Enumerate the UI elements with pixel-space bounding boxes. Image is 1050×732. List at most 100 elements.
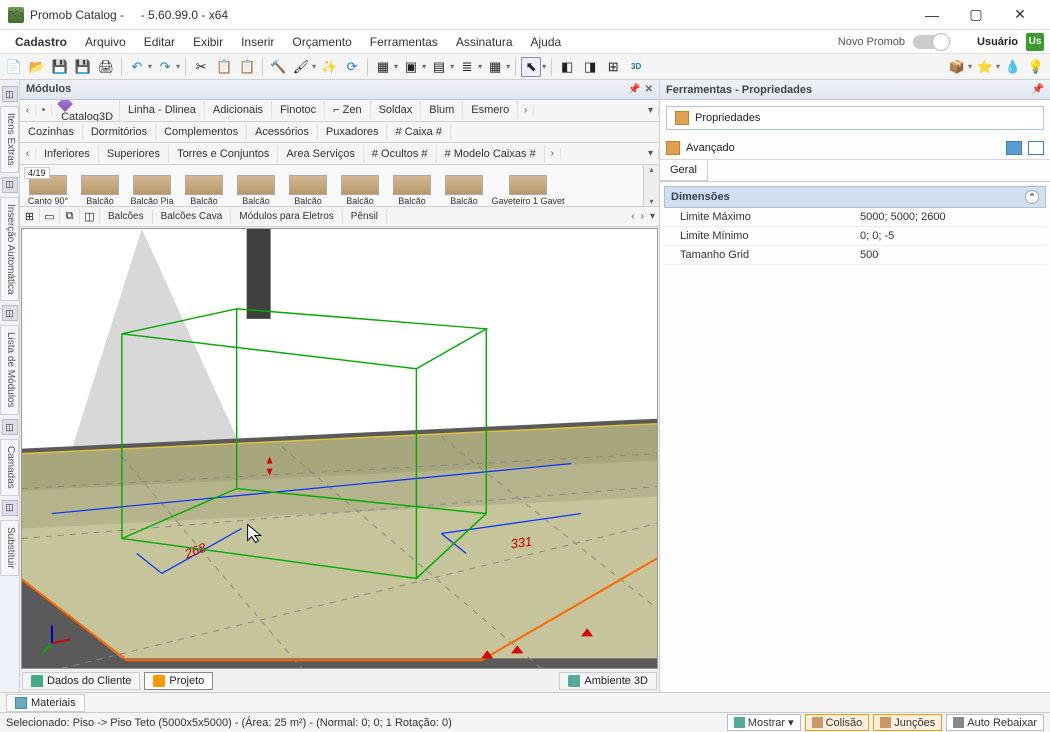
module-item[interactable]: Balcão xyxy=(74,175,126,206)
menu-exibir[interactable]: Exibir xyxy=(184,32,232,52)
tab-ambiente3d[interactable]: Ambiente 3D xyxy=(559,672,657,690)
prop-value[interactable]: 500 xyxy=(860,249,1040,261)
menu-arquivo[interactable]: Arquivo xyxy=(76,32,135,52)
prop-value[interactable]: 0; 0; -5 xyxy=(860,230,1040,242)
brush-icon[interactable]: 🖌 xyxy=(291,57,311,77)
module-item[interactable]: Balcão xyxy=(438,175,490,206)
wall-icon[interactable]: ▣ xyxy=(401,57,421,77)
minimize-button[interactable]: — xyxy=(910,1,954,29)
tool4-icon[interactable]: 3D xyxy=(626,57,646,77)
tab-materiais[interactable]: Materiais xyxy=(6,694,85,712)
subtab-icon1[interactable]: ⊞ xyxy=(20,208,40,224)
reload-icon[interactable]: ⟳ xyxy=(342,57,362,77)
tab-inferiores[interactable]: Inferiores xyxy=(36,145,99,163)
status-juncoes[interactable]: Junções xyxy=(873,714,942,731)
copy-icon[interactable]: 📋 xyxy=(214,57,234,77)
tab-esmero[interactable]: Esmero xyxy=(463,101,518,119)
lefttab-camadas[interactable]: Camadas xyxy=(0,439,19,496)
props-button[interactable]: Propriedades xyxy=(666,106,1044,130)
lefttab-insercao[interactable]: Inserção Automática xyxy=(0,197,19,302)
subtab-pensil[interactable]: Pênsil xyxy=(343,209,387,224)
subtab-eletros[interactable]: Módulos para Eletros xyxy=(231,209,343,224)
undo-icon[interactable]: ↶ xyxy=(127,57,147,77)
new-icon[interactable]: 📄 xyxy=(4,57,24,77)
props-pin-icon[interactable]: 📌 xyxy=(1032,84,1044,95)
menu-editar[interactable]: Editar xyxy=(135,32,184,52)
lefttab-icon-4[interactable]: ◫ xyxy=(2,419,18,435)
lefttab-icon-5[interactable]: ◫ xyxy=(2,500,18,516)
select-icon[interactable]: ⬉ xyxy=(521,57,541,77)
item-scrollbar[interactable]: ▴▾ xyxy=(643,165,659,206)
cut-icon[interactable]: ✂ xyxy=(191,57,211,77)
view-icon-1[interactable] xyxy=(1006,141,1022,155)
tab-nav-right[interactable]: › xyxy=(518,105,534,116)
lefttab-icon-3[interactable]: ◫ xyxy=(2,305,18,321)
close-button[interactable]: ✕ xyxy=(998,1,1042,29)
viewport-3d[interactable]: 268 331 xyxy=(21,228,658,669)
tab-soldax[interactable]: Soldax xyxy=(371,101,422,119)
module-item[interactable]: Balcão xyxy=(178,175,230,206)
grid-icon[interactable]: ▦ xyxy=(485,57,505,77)
subtab-icon3[interactable]: ⧉ xyxy=(60,208,80,224)
table-icon[interactable]: ▦ xyxy=(373,57,393,77)
panel-close-icon[interactable]: ✕ xyxy=(645,84,653,95)
subtab-balcoes[interactable]: Balcões xyxy=(100,209,153,224)
status-autorebaixar[interactable]: Auto Rebaixar xyxy=(946,714,1044,731)
cube-icon[interactable]: 📦 xyxy=(947,57,967,77)
tab-nav-dd[interactable]: • xyxy=(36,105,52,116)
menu-ajuda[interactable]: Ajuda xyxy=(522,32,571,52)
menu-assinatura[interactable]: Assinatura xyxy=(447,32,522,52)
tab3-nav-dd[interactable]: ▾ xyxy=(643,148,659,159)
view-icon-2[interactable] xyxy=(1028,141,1044,155)
tab-complementos[interactable]: Complementos xyxy=(156,123,247,141)
open-icon[interactable]: 📂 xyxy=(27,57,47,77)
prop-value[interactable]: 5000; 5000; 2600 xyxy=(860,211,1040,223)
tab-ocultos[interactable]: # Ocultos # xyxy=(364,145,437,163)
module-item[interactable]: Canto 90° xyxy=(22,175,74,206)
tab3-nav-right[interactable]: › xyxy=(545,148,561,159)
props-tab-geral[interactable]: Geral xyxy=(660,160,708,181)
tool1-icon[interactable]: ◧ xyxy=(557,57,577,77)
tab-acessorios[interactable]: Acessórios xyxy=(247,123,318,141)
tab-adicionais[interactable]: Adicionais xyxy=(205,101,272,119)
saveall-icon[interactable]: 💾 xyxy=(73,57,93,77)
subtab-balcoescava[interactable]: Balcões Cava xyxy=(153,209,232,224)
user-badge[interactable]: Us xyxy=(1026,33,1044,51)
lefttab-icon-1[interactable]: ◫ xyxy=(2,86,18,102)
tab-linha[interactable]: Linha - Dlinea xyxy=(120,101,205,119)
tab-catalog3d[interactable]: Catalog3D xyxy=(52,100,120,122)
subtab-icon2[interactable]: ▭ xyxy=(40,208,60,224)
menu-inserir[interactable]: Inserir xyxy=(232,32,283,52)
tab-areaservicos[interactable]: Area Serviços xyxy=(278,145,363,163)
stack-icon[interactable]: ≣ xyxy=(457,57,477,77)
drop-icon[interactable]: 💧 xyxy=(1003,57,1023,77)
tab-projeto[interactable]: Projeto xyxy=(144,672,213,690)
module-item[interactable]: Gaveteiro 1 Gavet xyxy=(490,175,566,206)
menu-cadastro[interactable]: Cadastro xyxy=(6,32,76,52)
tab-zen[interactable]: ⌐ Zen xyxy=(325,101,370,119)
star-icon[interactable]: ⭐ xyxy=(975,57,995,77)
menu-ferramentas[interactable]: Ferramentas xyxy=(361,32,447,52)
print-icon[interactable]: 🖨 xyxy=(96,57,116,77)
tab-puxadores[interactable]: Puxadores xyxy=(318,123,388,141)
redo-icon[interactable]: ↷ xyxy=(155,57,175,77)
lefttab-icon-2[interactable]: ◫ xyxy=(2,177,18,193)
tab-nav-dd2[interactable]: ▾ xyxy=(643,105,659,116)
novo-promob-switch[interactable] xyxy=(913,35,949,49)
save-icon[interactable]: 💾 xyxy=(50,57,70,77)
collapse-icon[interactable]: ⌃ xyxy=(1025,190,1039,204)
pin-icon[interactable]: 📌 xyxy=(628,84,640,95)
props-section-dimensoes[interactable]: Dimensões⌃ xyxy=(664,186,1046,208)
tab-finotoc[interactable]: Finotoc xyxy=(272,101,325,119)
status-colisao[interactable]: Colisão xyxy=(805,714,870,731)
help-icon[interactable]: 💡 xyxy=(1026,57,1046,77)
tool2-icon[interactable]: ◨ xyxy=(580,57,600,77)
tab-caixa[interactable]: # Caixa # xyxy=(387,123,450,141)
tab-superiores[interactable]: Superiores xyxy=(99,145,169,163)
tab-dormitorios[interactable]: Dormitórios xyxy=(83,123,156,141)
tab3-nav-left[interactable]: ‹ xyxy=(20,148,36,159)
tab-nav-left[interactable]: ‹ xyxy=(20,105,36,116)
hammer-icon[interactable]: 🔨 xyxy=(268,57,288,77)
wand-icon[interactable]: ✨ xyxy=(319,57,339,77)
status-mostrar[interactable]: Mostrar ▾ xyxy=(727,714,801,731)
